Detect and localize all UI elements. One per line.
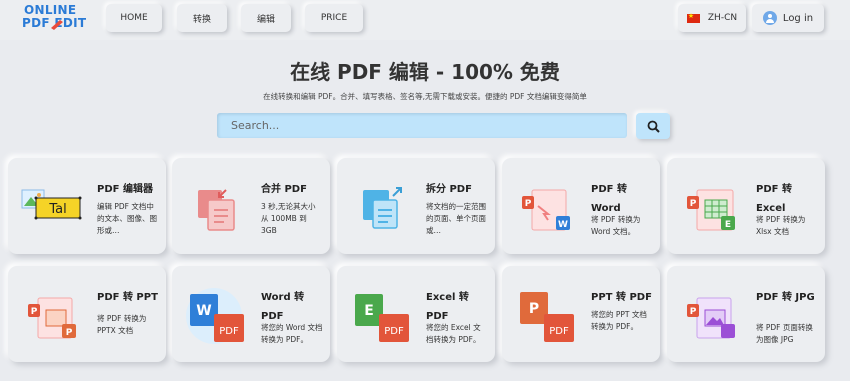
nav-home-label: HOME — [120, 13, 148, 23]
tool-title: 合并 PDF — [261, 184, 307, 195]
page-title: 在线 PDF 编辑 - 100% 免费 — [290, 60, 560, 84]
nav-convert-label: 转换 — [192, 14, 211, 25]
user-icon — [762, 11, 777, 25]
pdf-badge-text: PDF — [219, 326, 239, 337]
p-big-letter: P — [529, 301, 539, 317]
pdf-to-jpg-icon: P — [687, 297, 735, 339]
search-input[interactable] — [217, 113, 627, 138]
p-letter: P — [690, 199, 697, 209]
pdf-to-excel-icon: P E — [687, 189, 735, 231]
tool-card-pdf-editor[interactable]: Tal PDF 编辑器 编辑 PDF 文档中的文本、图像、图形或… — [8, 158, 166, 254]
tool-card-pdf-to-excel[interactable]: P E PDF 转 Excel 将 PDF 转换为 Xlsx 文档 — [667, 158, 825, 254]
ppt-to-pdf-icon: P PDF — [520, 292, 574, 342]
nav-price-label: PRICE — [320, 13, 348, 23]
p-letter: P — [525, 199, 532, 209]
tool-description: 将您的 Word 文档转换为 PDF。 — [261, 323, 323, 344]
pen-icon — [51, 20, 63, 30]
login-label: Log in — [782, 12, 814, 24]
nav-convert[interactable]: 转换 — [177, 4, 227, 32]
tool-description: 将 PDF 转换为 Xlsx 文档 — [756, 215, 806, 236]
tool-title: PPT 转 PDF — [591, 292, 652, 303]
page-subtitle: 在线转换和编辑 PDF。合并、填写表格、签名等,无需下载或安装。便捷的 PDF … — [263, 92, 587, 101]
tool-description: 将文档的一定范围的页面、单个页面或… — [426, 202, 486, 235]
language-label: ZH-CN — [707, 13, 738, 23]
login-button[interactable]: Log in — [752, 4, 824, 32]
tool-description: 将 PDF 页面转换为图像 JPG — [756, 323, 813, 344]
e-letter: E — [725, 220, 731, 230]
tool-description: 编辑 PDF 文档中的文本、图像、图形或… — [97, 202, 157, 235]
w-big-letter: W — [196, 303, 211, 319]
split-pdf-icon — [363, 187, 402, 229]
tool-card-pdf-to-ppt[interactable]: P P PDF 转 PPT 将 PDF 转换为 PPTX 文档 — [8, 266, 166, 362]
tool-description: 将 PDF 转换为 Word 文档。 — [591, 215, 641, 236]
tool-card-merge-pdf[interactable]: 合并 PDF 3 秒,无论其大小从 100MB 到 3GB — [172, 158, 330, 254]
pdf-to-word-icon: P W — [522, 189, 570, 231]
nav-edit-label: 编辑 — [256, 14, 275, 25]
e-big-letter: E — [364, 303, 374, 319]
tool-description: 3 秒,无论其大小从 100MB 到 3GB — [261, 202, 316, 235]
tool-card-excel-to-pdf[interactable]: E PDF Excel 转 PDF 将您的 Excel 文档转换为 PDF。 — [337, 266, 495, 362]
tool-description: 将 PDF 转换为 PPTX 文档 — [97, 314, 147, 335]
tool-title: Excel 转 PDF — [426, 292, 469, 322]
search-icon — [647, 120, 660, 133]
tool-card-pdf-to-jpg[interactable]: P PDF 转 JPG 将 PDF 页面转换为图像 JPG — [667, 266, 825, 362]
search-button[interactable] — [636, 113, 670, 139]
p-letter-ppt: P — [66, 328, 73, 338]
tool-title: PDF 转 Excel — [756, 184, 792, 214]
language-selector[interactable]: ZH-CN — [678, 4, 746, 32]
pdf-badge-text: PDF — [384, 326, 404, 337]
nav-home[interactable]: HOME — [106, 4, 162, 32]
site-logo[interactable]: ONLINE PDF EDIT — [22, 3, 94, 35]
tool-title: PDF 编辑器 — [97, 184, 153, 195]
tool-title: 拆分 PDF — [426, 184, 472, 195]
pdf-badge-text: PDF — [549, 326, 569, 337]
tool-description: 将您的 Excel 文档转换为 PDF。 — [426, 323, 481, 344]
tool-card-pdf-to-word[interactable]: P W PDF 转 Word 将 PDF 转换为 Word 文档。 — [502, 158, 660, 254]
p-letter: P — [690, 307, 697, 317]
tool-card-ppt-to-pdf[interactable]: P PDF PPT 转 PDF 将您的 PPT 文档转换为 PDF。 — [502, 266, 660, 362]
tool-title: PDF 转 JPG — [756, 292, 815, 303]
w-letter: W — [558, 220, 568, 230]
nav-edit[interactable]: 编辑 — [241, 4, 291, 32]
tool-card-word-to-pdf[interactable]: W PDF Word 转 PDF 将您的 Word 文档转换为 PDF。 — [172, 266, 330, 362]
tool-title: Word 转 PDF — [261, 292, 305, 322]
logo-line-1: ONLINE — [24, 3, 77, 17]
excel-to-pdf-icon: E PDF — [355, 294, 409, 342]
word-to-pdf-icon: W PDF — [186, 288, 244, 344]
china-flag-icon — [686, 12, 700, 23]
pdf-editor-icon: Tal — [21, 189, 82, 220]
merge-pdf-icon — [198, 189, 235, 231]
tool-title: PDF 转 Word — [591, 184, 627, 214]
pdf-to-ppt-icon: P P — [28, 297, 76, 339]
tool-title: PDF 转 PPT — [97, 292, 158, 303]
tool-card-split-pdf[interactable]: 拆分 PDF 将文档的一定范围的页面、单个页面或… — [337, 158, 495, 254]
nav-price[interactable]: PRICE — [305, 4, 363, 32]
p-letter: P — [31, 307, 38, 317]
tool-description: 将您的 PPT 文档转换为 PDF。 — [591, 310, 647, 331]
editor-icon-text: Tal — [48, 202, 66, 217]
